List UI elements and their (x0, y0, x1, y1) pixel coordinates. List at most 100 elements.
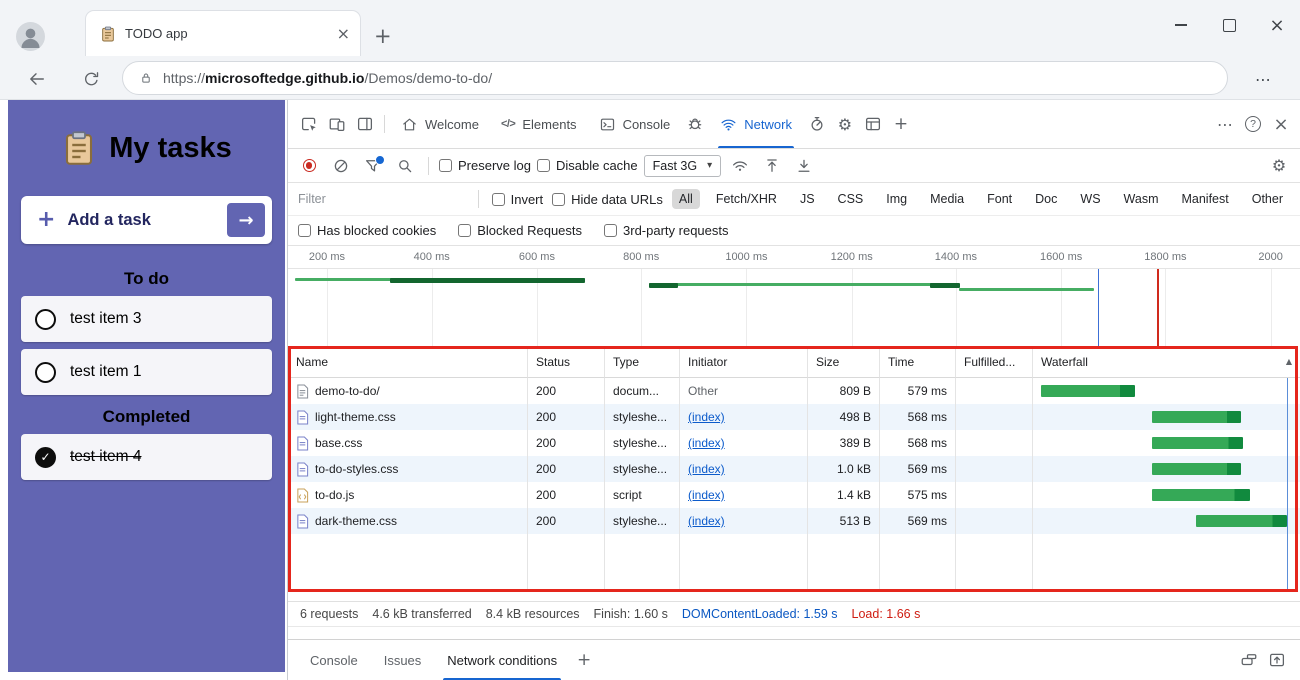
tab-console[interactable]: Console (589, 100, 681, 148)
throttling-select[interactable]: Fast 3G ▾ (643, 154, 722, 177)
network-conditions-icon[interactable] (727, 153, 753, 179)
filter-type-wasm[interactable]: Wasm (1117, 189, 1166, 209)
checkbox-icon[interactable] (491, 192, 505, 206)
tab-network[interactable]: Network (710, 100, 802, 148)
task-item[interactable]: test item 3 (21, 296, 272, 342)
address-bar[interactable]: https://microsoftedge.github.io/Demos/de… (122, 61, 1228, 95)
inspect-icon[interactable] (296, 111, 322, 137)
table-row[interactable]: to-do-styles.css 200 styleshe... (index)… (288, 456, 1300, 482)
tab-label: Network (744, 116, 792, 132)
dock-side-icon[interactable] (352, 111, 378, 137)
blocked-requests-checkbox[interactable]: Blocked Requests (458, 223, 582, 238)
filter-type-img[interactable]: Img (879, 189, 914, 209)
tab-close-icon[interactable]: × (337, 25, 350, 42)
import-har-icon[interactable] (759, 153, 785, 179)
initiator-link[interactable]: (index) (688, 514, 725, 528)
filter-type-fetch-xhr[interactable]: Fetch/XHR (709, 189, 784, 209)
device-toolbar-icon[interactable] (324, 111, 350, 137)
invert-checkbox[interactable]: Invert (491, 192, 543, 207)
table-row[interactable]: to-do.js 200 script (index) 1.4 kB 575 m… (288, 482, 1300, 508)
tab-welcome[interactable]: Welcome (391, 100, 489, 148)
disable-cache-checkbox[interactable]: Disable cache (536, 158, 638, 173)
network-settings-gear-icon[interactable]: ⚙ (1266, 153, 1292, 179)
initiator-link[interactable]: (index) (688, 410, 725, 424)
completed-section-heading: Completed (102, 407, 191, 426)
debugger-bug-icon[interactable] (682, 111, 708, 137)
request-time: 568 ms (880, 430, 956, 456)
profile-avatar[interactable] (16, 22, 45, 51)
filter-type-font[interactable]: Font (980, 189, 1019, 209)
filter-type-js[interactable]: JS (793, 189, 822, 209)
browser-tab[interactable]: TODO app × (85, 10, 361, 56)
performance-stopwatch-icon[interactable] (804, 111, 830, 137)
checkbox-icon[interactable] (536, 159, 550, 172)
table-row[interactable]: dark-theme.css 200 styleshe... (index) 5… (288, 508, 1300, 534)
column-header-waterfall[interactable]: Waterfall ▲ (1033, 346, 1300, 378)
column-header-initiator[interactable]: Initiator (680, 346, 808, 378)
drawer-tab-network-conditions[interactable]: Network conditions (435, 640, 569, 680)
hide-data-urls-checkbox[interactable]: Hide data URLs (552, 192, 663, 207)
checkbox-icon[interactable] (439, 159, 452, 172)
checkbox-icon[interactable] (298, 224, 311, 237)
task-item[interactable]: test item 1 (21, 349, 272, 395)
task-checkbox-checked[interactable]: ✓ (35, 446, 56, 468)
checkbox-icon[interactable] (604, 224, 618, 237)
network-overview-ruler[interactable]: 200 ms 400 ms 600 ms 800 ms 1000 ms 1200… (288, 246, 1300, 346)
checkbox-icon[interactable] (552, 192, 566, 206)
record-button[interactable] (296, 153, 322, 179)
table-row[interactable]: base.css 200 styleshe... (index) 389 B 5… (288, 430, 1300, 456)
column-header-type[interactable]: Type (605, 346, 680, 378)
column-header-size[interactable]: Size (808, 346, 880, 378)
devtools-close-icon[interactable]: × (1268, 111, 1294, 137)
initiator-link[interactable]: (index) (688, 462, 725, 476)
add-task-button[interactable]: + Add a task → (21, 196, 272, 244)
table-row[interactable]: demo-to-do/ 200 docum... Other 809 B 579… (288, 378, 1300, 404)
window-close-button[interactable]: × (1262, 10, 1292, 40)
table-row[interactable]: light-theme.css 200 styleshe... (index) … (288, 404, 1300, 430)
preserve-log-checkbox[interactable]: Preserve log (439, 158, 531, 173)
back-button[interactable] (22, 64, 52, 94)
filter-icon[interactable] (360, 153, 386, 179)
filter-input[interactable] (298, 192, 465, 206)
paint-tool-icon[interactable] (1236, 647, 1262, 673)
more-options-icon[interactable]: ⋯ (1212, 111, 1238, 137)
expand-panel-icon[interactable] (1264, 647, 1290, 673)
drawer-tab-issues[interactable]: Issues (372, 640, 434, 680)
filter-type-all[interactable]: All (671, 189, 700, 209)
refresh-button[interactable] (76, 64, 106, 94)
column-header-name[interactable]: Name (288, 346, 528, 378)
submit-task-button[interactable]: → (227, 203, 265, 237)
filter-type-other[interactable]: Other (1245, 189, 1290, 209)
help-icon[interactable]: ? (1240, 111, 1266, 137)
more-tabs-button[interactable]: + (888, 111, 914, 137)
column-header-status[interactable]: Status (528, 346, 605, 378)
has-blocked-cookies-checkbox[interactable]: Has blocked cookies (298, 223, 436, 238)
initiator-link[interactable]: (index) (688, 488, 725, 502)
search-icon[interactable] (392, 153, 418, 179)
column-header-fulfilled[interactable]: Fulfilled... (956, 346, 1033, 378)
export-har-icon[interactable] (791, 153, 817, 179)
column-header-time[interactable]: Time (880, 346, 956, 378)
gear-icon[interactable]: ⚙ (832, 111, 858, 137)
filter-type-doc[interactable]: Doc (1028, 189, 1064, 209)
window-maximize-button[interactable] (1214, 10, 1244, 40)
task-checkbox[interactable] (35, 308, 56, 330)
new-tab-button[interactable]: + (374, 24, 392, 48)
application-layout-icon[interactable] (860, 111, 886, 137)
filter-type-media[interactable]: Media (923, 189, 971, 209)
filter-type-ws[interactable]: WS (1073, 189, 1107, 209)
browser-menu-ellipsis-icon[interactable]: ⋯ (1248, 64, 1278, 94)
filter-type-manifest[interactable]: Manifest (1174, 189, 1235, 209)
tab-elements[interactable]: </> Elements (491, 100, 587, 148)
window-minimize-button[interactable] (1166, 10, 1196, 40)
third-party-requests-checkbox[interactable]: 3rd-party requests (604, 223, 729, 238)
task-checkbox[interactable] (35, 361, 56, 383)
checkbox-icon[interactable] (458, 224, 472, 237)
task-item-completed[interactable]: ✓ test item 4 (21, 434, 272, 480)
clear-icon[interactable] (328, 153, 354, 179)
initiator-link[interactable]: (index) (688, 436, 725, 450)
sort-arrow-icon: ▲ (1285, 357, 1292, 366)
drawer-more-tabs-button[interactable]: + (571, 647, 597, 673)
filter-type-css[interactable]: CSS (831, 189, 871, 209)
drawer-tab-console[interactable]: Console (298, 640, 370, 680)
